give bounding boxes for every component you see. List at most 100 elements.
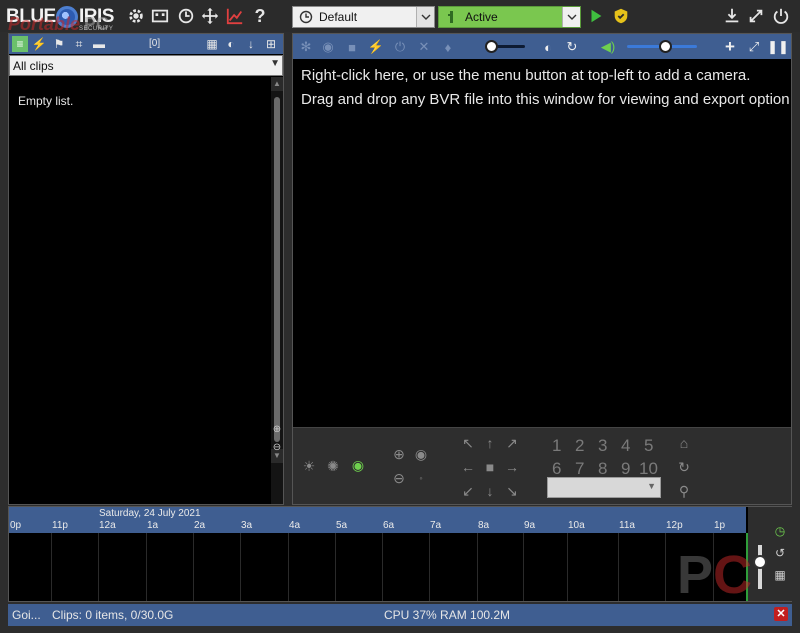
eye-icon[interactable]: ◉ bbox=[413, 446, 429, 462]
calendar-icon[interactable]: ▦ bbox=[772, 567, 788, 583]
ir-light-icon[interactable]: ◉ bbox=[349, 456, 367, 474]
zoom-in-icon[interactable]: ⊕ bbox=[391, 446, 407, 462]
chart-icon[interactable] bbox=[225, 6, 245, 26]
snapshot-icon[interactable]: ◉ bbox=[319, 38, 337, 56]
pan-down-left-icon[interactable]: ↙ bbox=[459, 482, 477, 500]
pan-up-right-icon[interactable]: ↗ bbox=[503, 434, 521, 452]
pan-home-icon[interactable]: ■ bbox=[481, 458, 499, 476]
pan-down-icon[interactable]: ↓ bbox=[481, 482, 499, 500]
clip-zoom-controls: ⊕ ⊖ bbox=[271, 424, 283, 460]
timeline-side-controls: ◷ ↺ ▦ bbox=[748, 507, 792, 601]
single-camera-icon[interactable]: ◐ bbox=[223, 36, 239, 52]
crop-icon[interactable]: ⌗ bbox=[71, 36, 87, 52]
pan-up-icon[interactable]: ↑ bbox=[481, 434, 499, 452]
timeline-zoom-slider[interactable] bbox=[753, 545, 767, 589]
pan-right-icon[interactable]: → bbox=[503, 458, 521, 476]
preset-3[interactable]: 3 bbox=[598, 436, 607, 456]
zoom-out-icon[interactable]: ⊖ bbox=[391, 470, 407, 486]
brightness-icon[interactable]: ☀ bbox=[301, 458, 317, 474]
timeline-tick: 1a bbox=[147, 520, 159, 531]
preset-5[interactable]: 5 bbox=[644, 436, 653, 456]
camera-toolbar: ✻ ◉ ■ ⚡ ⏻ ✕ ♦ ◐ ↻ ◀) + ⤢ ❚❚ bbox=[293, 34, 791, 59]
map-icon[interactable]: ⊞ bbox=[263, 36, 279, 52]
timeline-date: Saturday, 24 July 2021 bbox=[99, 508, 201, 519]
clips-storage-status: Clips: 0 items, 0/30.0G bbox=[52, 608, 174, 622]
power-icon[interactable] bbox=[771, 6, 791, 26]
zoom-out-icon[interactable]: ⊖ bbox=[271, 442, 283, 460]
alerts-bolt-icon[interactable]: ⚡ bbox=[31, 36, 47, 52]
trigger-bolt-icon[interactable]: ⚡ bbox=[367, 38, 385, 56]
watermark-top: Portable PC bbox=[8, 14, 109, 35]
pan-left-icon[interactable]: ← bbox=[459, 458, 477, 476]
folder-icon[interactable]: ▬ bbox=[91, 36, 107, 52]
arrow-down-icon[interactable]: ↓ bbox=[243, 36, 259, 52]
speaker-icon[interactable]: ◀) bbox=[599, 38, 617, 56]
live-clock-icon[interactable]: ◷ bbox=[772, 523, 788, 539]
expand-icon[interactable]: ⤢ bbox=[745, 38, 763, 56]
status-bar: Goi... Clips: 0 items, 0/30.0G CPU 37% R… bbox=[8, 604, 792, 626]
preset-7[interactable]: 7 bbox=[575, 459, 584, 479]
scroll-up-icon[interactable]: ▲ bbox=[271, 77, 283, 91]
zoom-in-icon[interactable]: ⊕ bbox=[271, 424, 283, 442]
volume-slider-left[interactable] bbox=[485, 40, 525, 53]
add-icon[interactable]: + bbox=[721, 37, 739, 56]
empty-list-message: Empty list. bbox=[18, 94, 74, 108]
schedule-status-value: Active bbox=[465, 10, 498, 24]
home-icon[interactable]: ⌂ bbox=[675, 434, 693, 452]
clip-filter-select[interactable]: All clips ▼ bbox=[9, 55, 283, 76]
preset-6[interactable]: 6 bbox=[552, 459, 561, 479]
slider-knob[interactable] bbox=[753, 555, 767, 569]
rewind-icon[interactable]: ↺ bbox=[772, 545, 788, 561]
move-icon[interactable] bbox=[200, 6, 220, 26]
camera-view-panel[interactable]: ✻ ◉ ■ ⚡ ⏻ ✕ ♦ ◐ ↻ ◀) + ⤢ ❚❚ Right-click … bbox=[292, 33, 792, 505]
timeline-tick: 12p bbox=[666, 520, 683, 531]
preset-4[interactable]: 4 bbox=[621, 436, 630, 456]
mute-icon[interactable]: ✕ bbox=[415, 38, 433, 56]
timeline-gridline bbox=[240, 533, 241, 601]
camera-empty-message: Right-click here, or use the menu button… bbox=[301, 64, 789, 112]
camera-settings-icon[interactable]: ✻ bbox=[297, 38, 315, 56]
timeline-tick: 9a bbox=[524, 520, 536, 531]
flag-icon[interactable]: ⚑ bbox=[51, 36, 67, 52]
preset-10[interactable]: 10 bbox=[639, 459, 658, 479]
timeline-panel[interactable]: Saturday, 24 July 2021 0p 11p 12a 1a 2a … bbox=[8, 506, 792, 602]
pan-down-right-icon[interactable]: ↘ bbox=[503, 482, 521, 500]
clapboard-icon[interactable] bbox=[150, 6, 170, 26]
schedule-status-select[interactable]: Active bbox=[438, 6, 581, 28]
close-icon[interactable]: ✕ bbox=[774, 607, 788, 621]
slider-knob[interactable] bbox=[659, 40, 672, 53]
profile-select[interactable]: Default bbox=[292, 6, 435, 28]
clock-icon[interactable] bbox=[176, 6, 196, 26]
preset-2[interactable]: 2 bbox=[575, 436, 584, 456]
pause-icon[interactable]: ❚❚ bbox=[767, 38, 789, 56]
timeline-track[interactable] bbox=[9, 533, 746, 601]
timeline-header: Saturday, 24 July 2021 0p 11p 12a 1a 2a … bbox=[9, 507, 746, 533]
download-icon[interactable] bbox=[722, 6, 742, 26]
play-icon[interactable] bbox=[586, 6, 606, 26]
preset-8[interactable]: 8 bbox=[598, 459, 607, 479]
preset-select[interactable]: ▼ bbox=[547, 477, 661, 498]
focus-icon[interactable]: ◦ bbox=[413, 470, 429, 486]
contrast-icon[interactable]: ✺ bbox=[325, 458, 341, 474]
single-camera-icon[interactable]: ◐ bbox=[539, 38, 557, 56]
location-pin-icon[interactable]: ⚲ bbox=[675, 482, 693, 500]
clip-list[interactable]: Empty list. bbox=[9, 77, 271, 504]
patrol-refresh-icon[interactable]: ↻ bbox=[675, 458, 693, 476]
calendar-icon[interactable]: ▦ bbox=[204, 36, 220, 52]
preset-9[interactable]: 9 bbox=[621, 459, 630, 479]
help-icon[interactable]: ? bbox=[250, 6, 270, 26]
expand-icon[interactable] bbox=[746, 6, 766, 26]
clips-list-icon[interactable]: ≡ bbox=[12, 36, 28, 52]
audio-volume-slider[interactable] bbox=[627, 40, 697, 53]
scroll-thumb[interactable] bbox=[274, 97, 280, 442]
shield-icon[interactable] bbox=[611, 6, 631, 26]
refresh-icon[interactable]: ↻ bbox=[563, 38, 581, 56]
camera-power-icon[interactable]: ⏻ bbox=[391, 38, 409, 56]
microphone-icon[interactable]: ♦ bbox=[439, 38, 457, 56]
pan-up-left-icon[interactable]: ↖ bbox=[459, 434, 477, 452]
blue-iris-window: BLUE IRIS SECURITY PortablePC ? Default bbox=[0, 0, 800, 633]
video-camera-icon[interactable]: ■ bbox=[343, 38, 361, 56]
slider-knob[interactable] bbox=[485, 40, 498, 53]
preset-1[interactable]: 1 bbox=[552, 436, 561, 456]
settings-gear-icon[interactable] bbox=[126, 6, 146, 26]
